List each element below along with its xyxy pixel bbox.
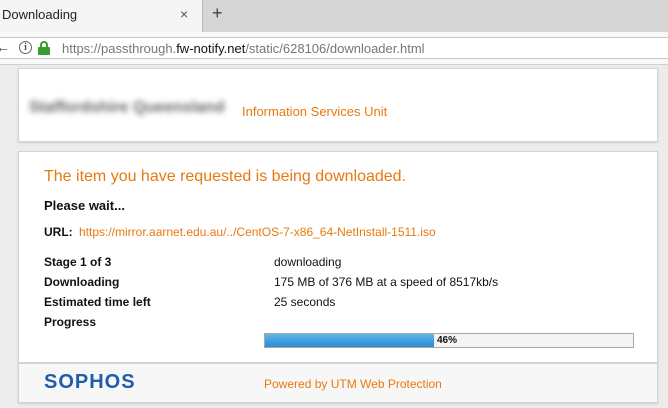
download-title: The item you have requested is being dow…	[44, 168, 407, 185]
progress-percent: 46%	[437, 335, 458, 346]
downloading-label: Downloading	[44, 275, 120, 289]
please-wait-text: Please wait...	[44, 198, 125, 213]
url-prefix: https://passthrough.	[62, 41, 177, 56]
tab-downloading[interactable]: Downloading ×	[0, 0, 203, 32]
close-tab-icon[interactable]: ×	[180, 6, 188, 22]
new-tab-icon[interactable]: +	[212, 3, 223, 24]
org-name-blurred: Staffordshire Queensland	[29, 99, 225, 116]
progress-fill	[265, 334, 435, 347]
back-arrow-icon[interactable]: ←	[0, 39, 10, 55]
info-icon[interactable]: i	[19, 41, 32, 54]
time-left-value: 25 seconds	[274, 295, 336, 309]
sophos-logo: SOPHOS	[44, 371, 136, 393]
downloading-value: 175 MB of 376 MB at a speed of 8517kb/s	[274, 275, 499, 289]
download-card: The item you have requested is being dow…	[18, 151, 658, 363]
stage-label: Stage 1 of 3	[44, 255, 112, 269]
header-card: Staffordshire Queensland Information Ser…	[18, 68, 658, 142]
navigation-bar: ← i https://passthrough.fw-notify.net/st…	[0, 32, 668, 65]
progress-bar: 46%	[264, 333, 634, 348]
address-bar[interactable]: ← i https://passthrough.fw-notify.net/st…	[0, 37, 668, 59]
footer-card: SOPHOS Powered by UTM Web Protection	[18, 363, 658, 403]
lock-icon[interactable]	[38, 41, 50, 55]
url-label: URL:	[44, 225, 73, 239]
time-left-label: Estimated time left	[44, 295, 151, 309]
page-body: Staffordshire Queensland Information Ser…	[0, 65, 668, 408]
progress-label: Progress	[44, 315, 97, 329]
url-domain: fw-notify.net	[176, 41, 246, 56]
tab-bar: Downloading × +	[0, 0, 668, 32]
unit-name: Information Services Unit	[242, 104, 388, 119]
download-url-link[interactable]: https://mirror.aarnet.edu.au/../CentOS-7…	[79, 225, 436, 239]
address-text[interactable]: https://passthrough.fw-notify.net/static…	[62, 41, 425, 56]
powered-by-text: Powered by UTM Web Protection	[264, 377, 442, 391]
stage-value: downloading	[274, 255, 342, 269]
tab-title: Downloading	[2, 7, 78, 22]
url-suffix: /static/628106/downloader.html	[245, 41, 425, 56]
